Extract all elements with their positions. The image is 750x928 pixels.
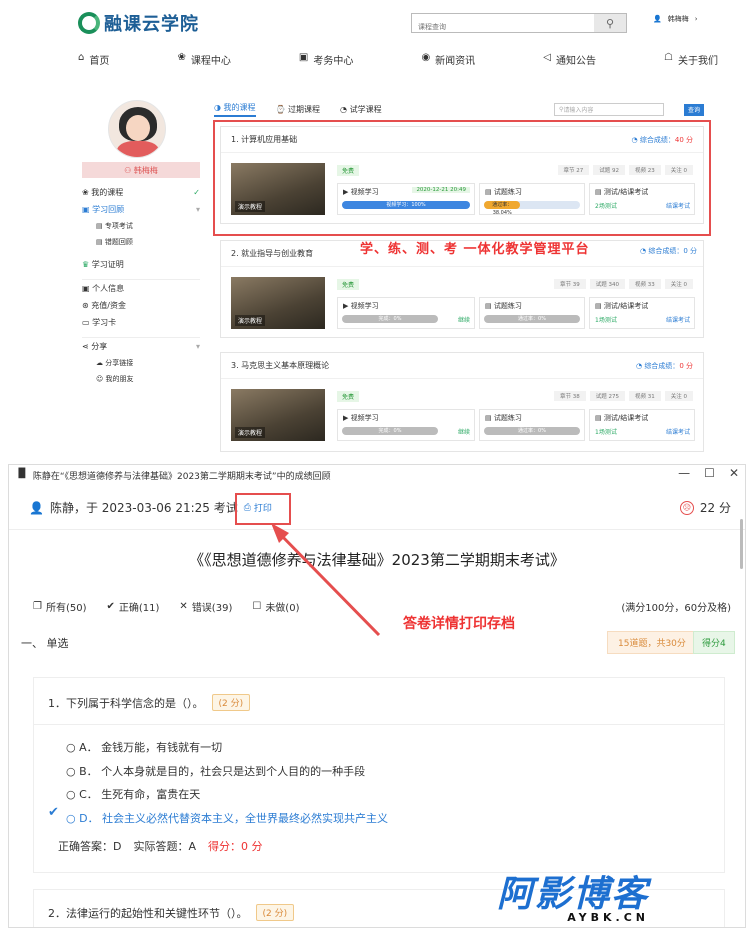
course-title[interactable]: 2. 就业指导与创业教育	[231, 248, 313, 259]
course-search-input[interactable]	[412, 18, 592, 37]
sidebar-item-study-card[interactable]: ▭ 学习卡	[82, 314, 200, 331]
people-icon: ☖	[664, 52, 673, 63]
course-thumbnail[interactable]: 演示教程	[231, 277, 325, 329]
points-badge: (2 分)	[211, 694, 251, 711]
tab-my-courses[interactable]: ◑ 我的课程	[214, 102, 256, 117]
section-score-badge: 得分4	[693, 631, 735, 654]
sidebar-item-my-courses[interactable]: ❀ 我的课程 ✓	[82, 184, 200, 201]
nav-item-about[interactable]: ☖ 关于我们	[664, 52, 718, 67]
question-title: 1．下列属于科学信念的是（）。 (2 分)	[48, 694, 251, 711]
question-card: 1．下列属于科学信念的是（）。 (2 分) ✔ ○ A． 金钱万能，有钱就有一切 …	[33, 677, 725, 873]
course-score: ◔ 综合成绩：0 分	[640, 247, 698, 255]
user-icon: ⚇	[124, 165, 134, 175]
course-thumbnail[interactable]: 演示教程	[231, 389, 325, 441]
sidebar-menu: ❀ 我的课程 ✓ ▣ 学习回顾 ▾ ▤ 专项考试 ▤ 错题回顾 ♛ 学习证明 ▣ 个…	[82, 184, 200, 387]
sidebar-item-special-exam[interactable]: ▤ 专项考试	[82, 218, 200, 234]
chevron-down-icon: ▾	[195, 342, 200, 351]
video-study-box[interactable]: ▶ 视频学习 完成：0% 继续	[337, 297, 475, 329]
sidebar-item-certificate[interactable]: ♛ 学习证明	[82, 256, 200, 273]
news-icon: ◉	[421, 52, 431, 63]
nav-item-exams[interactable]: ▣ 考务中心	[299, 52, 353, 67]
calendar-icon: ▣	[298, 52, 309, 63]
tab-search-input[interactable]: ⚲ 请输入内容	[554, 103, 664, 116]
chevron-right-icon: ›	[694, 15, 698, 23]
search-button[interactable]: ⚲	[594, 14, 626, 32]
answer-summary: 正确答案：D 实际答题：A 得分：0 分	[58, 838, 263, 854]
user-name: 韩梅梅	[667, 15, 689, 23]
logo-text: 融课云学院	[104, 14, 199, 35]
course-score: ◔ 综合成绩：0 分	[635, 361, 693, 370]
book-icon: ❀	[177, 52, 186, 63]
chevron-down-icon: ▾	[195, 205, 200, 214]
option-b[interactable]: ○ B． 个人本身就是目的，社会只是达到个人目的的一种手段	[66, 760, 388, 784]
site-logo[interactable]: 融课云学院	[78, 10, 199, 36]
nav-item-home[interactable]: ⌂ 首页	[78, 52, 109, 67]
option-a[interactable]: ○ A． 金钱万能，有钱就有一切	[66, 736, 388, 760]
practice-box[interactable]: ▤ 试题练习 通过率：0%	[479, 409, 585, 441]
home-icon: ⌂	[78, 52, 85, 63]
section-title: 一、 单选	[21, 637, 69, 650]
actual-answer: 实际答题：A	[133, 840, 197, 853]
sidebar-item-profile[interactable]: ▣ 个人信息	[82, 280, 200, 297]
nav-item-news[interactable]: ◉ 新闻资讯	[421, 52, 475, 67]
tab-trial-courses[interactable]: ◔ 试学课程	[340, 104, 382, 115]
course-stats: 章节 38 试题 275 视频 31 关注 0	[554, 391, 693, 401]
option-list: ○ A． 金钱万能，有钱就有一切 ○ B． 个人本身就是目的，社会只是达到个人目…	[66, 736, 388, 830]
free-tag: 免费	[337, 391, 360, 402]
test-box[interactable]: ▤ 测试/结课考试 1场测试 结课考试	[589, 297, 695, 329]
course-tabs: ◑ 我的课程 ⌚ 过期课程 ◔ 试学课程 ⚲ 请输入内容 查询	[214, 102, 704, 117]
sidebar-item-recharge[interactable]: ⊛ 充值/资金	[82, 297, 200, 314]
nav-item-notices[interactable]: ◁ 通知公告	[543, 52, 596, 67]
main-nav: ⌂ 首页 ❀ 课程中心 ▣ 考务中心 ◉ 新闻资讯 ◁ 通知公告 ☖ 关于我们	[78, 52, 718, 67]
sidebar-item-share[interactable]: ⋖ 分享 ▾	[82, 338, 200, 355]
selected-check-icon: ✔	[48, 805, 59, 820]
course-card[interactable]: 3. 马克思主义基本原理概论 ◔ 综合成绩：0 分 演示教程 免费 章节 38 试题…	[220, 352, 704, 452]
watermark-logo: 阿影博客 AYBK.CN	[497, 874, 650, 925]
free-tag: 免费	[337, 279, 360, 290]
sidebar-item-share-link[interactable]: ☁ 分享链接	[82, 355, 200, 371]
avatar	[108, 100, 166, 158]
user-avatar-icon: 👤	[653, 15, 662, 23]
bell-icon: ◁	[543, 52, 551, 63]
slogan-annotation: 学、练、测、考 一体化教学管理平台	[360, 242, 590, 257]
search-icon: ⚲	[605, 16, 615, 30]
correct-answer: 正确答案：D	[58, 840, 122, 853]
highlight-frame	[213, 120, 711, 236]
option-c[interactable]: ○ C． 生死有命，富贵在天	[66, 783, 388, 807]
course-title[interactable]: 3. 马克思主义基本原理概论	[231, 360, 329, 371]
sidebar-item-review[interactable]: ▣ 学习回顾 ▾	[82, 201, 200, 218]
nav-item-courses[interactable]: ❀ 课程中心	[177, 52, 230, 67]
sidebar: ⚇ 韩梅梅 ❀ 我的课程 ✓ ▣ 学习回顾 ▾ ▤ 专项考试 ▤ 错题回顾 ♛ 学习…	[82, 100, 200, 387]
practice-box[interactable]: ▤ 试题练习 通过率：0%	[479, 297, 585, 329]
question-score: 得分：0 分	[208, 840, 263, 853]
sidebar-item-friends[interactable]: ☺ 我的朋友	[82, 371, 200, 387]
logo-mark-icon	[78, 12, 100, 34]
test-box[interactable]: ▤ 测试/结课考试 1场测试 结课考试	[589, 409, 695, 441]
user-menu[interactable]: 👤 韩梅梅 ›	[653, 14, 698, 24]
exam-review-window: ▐▌ 陈静在“《思想道德修养与法律基础》2023第二学期期末考试”中的成绩回顾 —…	[8, 464, 746, 928]
sidebar-item-wrong-review[interactable]: ▤ 错题回顾	[82, 234, 200, 250]
option-d[interactable]: ○ D． 社会主义必然代替资本主义，全世界最终必然实现共产主义	[66, 807, 388, 831]
video-study-box[interactable]: ▶ 视频学习 完成：0% 继续	[337, 409, 475, 441]
course-stats: 章节 39 试题 340 视频 33 关注 0	[554, 279, 693, 289]
tab-search-button[interactable]: 查询	[684, 103, 704, 116]
sidebar-user-label: ⚇ 韩梅梅	[82, 162, 200, 178]
course-search: ⚲	[411, 13, 627, 37]
points-badge: (2 分)	[255, 904, 295, 921]
section-count-badge: 15道题，共30分	[607, 631, 697, 654]
lms-homepage-panel: 融课云学院 ⚲ 👤 韩梅梅 › ⌂首页 ❀课程中心 ▣考务中心 ◉新闻资讯 ◁通…	[0, 0, 750, 452]
tab-expired-courses[interactable]: ⌚ 过期课程	[276, 104, 321, 115]
question-title: 2．法律运行的起始性和关键性环节（）。 (2 分)	[48, 904, 295, 921]
